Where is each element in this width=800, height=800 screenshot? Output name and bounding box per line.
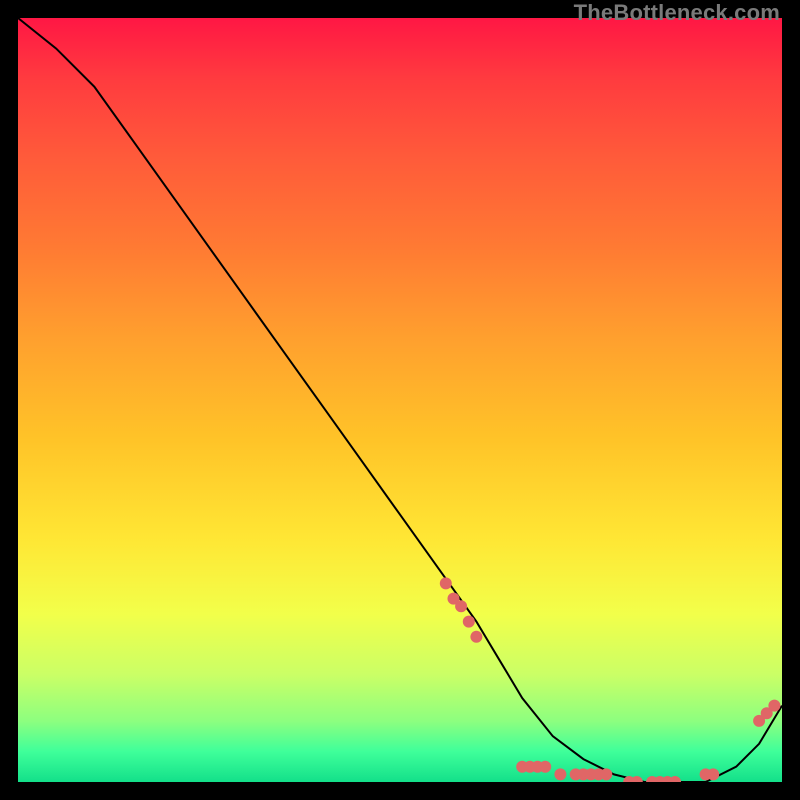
attribution-label: TheBottleneck.com (574, 0, 780, 26)
data-marker (669, 776, 681, 782)
data-marker (455, 600, 467, 612)
data-marker (539, 761, 551, 773)
plot-area (18, 18, 782, 782)
data-marker (707, 768, 719, 780)
data-marker (631, 776, 643, 782)
data-marker (600, 768, 612, 780)
chart-frame: TheBottleneck.com (0, 0, 800, 800)
data-marker (440, 577, 452, 589)
curve-line (18, 18, 782, 782)
curve-markers (440, 577, 781, 782)
chart-svg (18, 18, 782, 782)
data-marker (768, 700, 780, 712)
data-marker (463, 616, 475, 628)
data-marker (554, 768, 566, 780)
data-marker (470, 631, 482, 643)
